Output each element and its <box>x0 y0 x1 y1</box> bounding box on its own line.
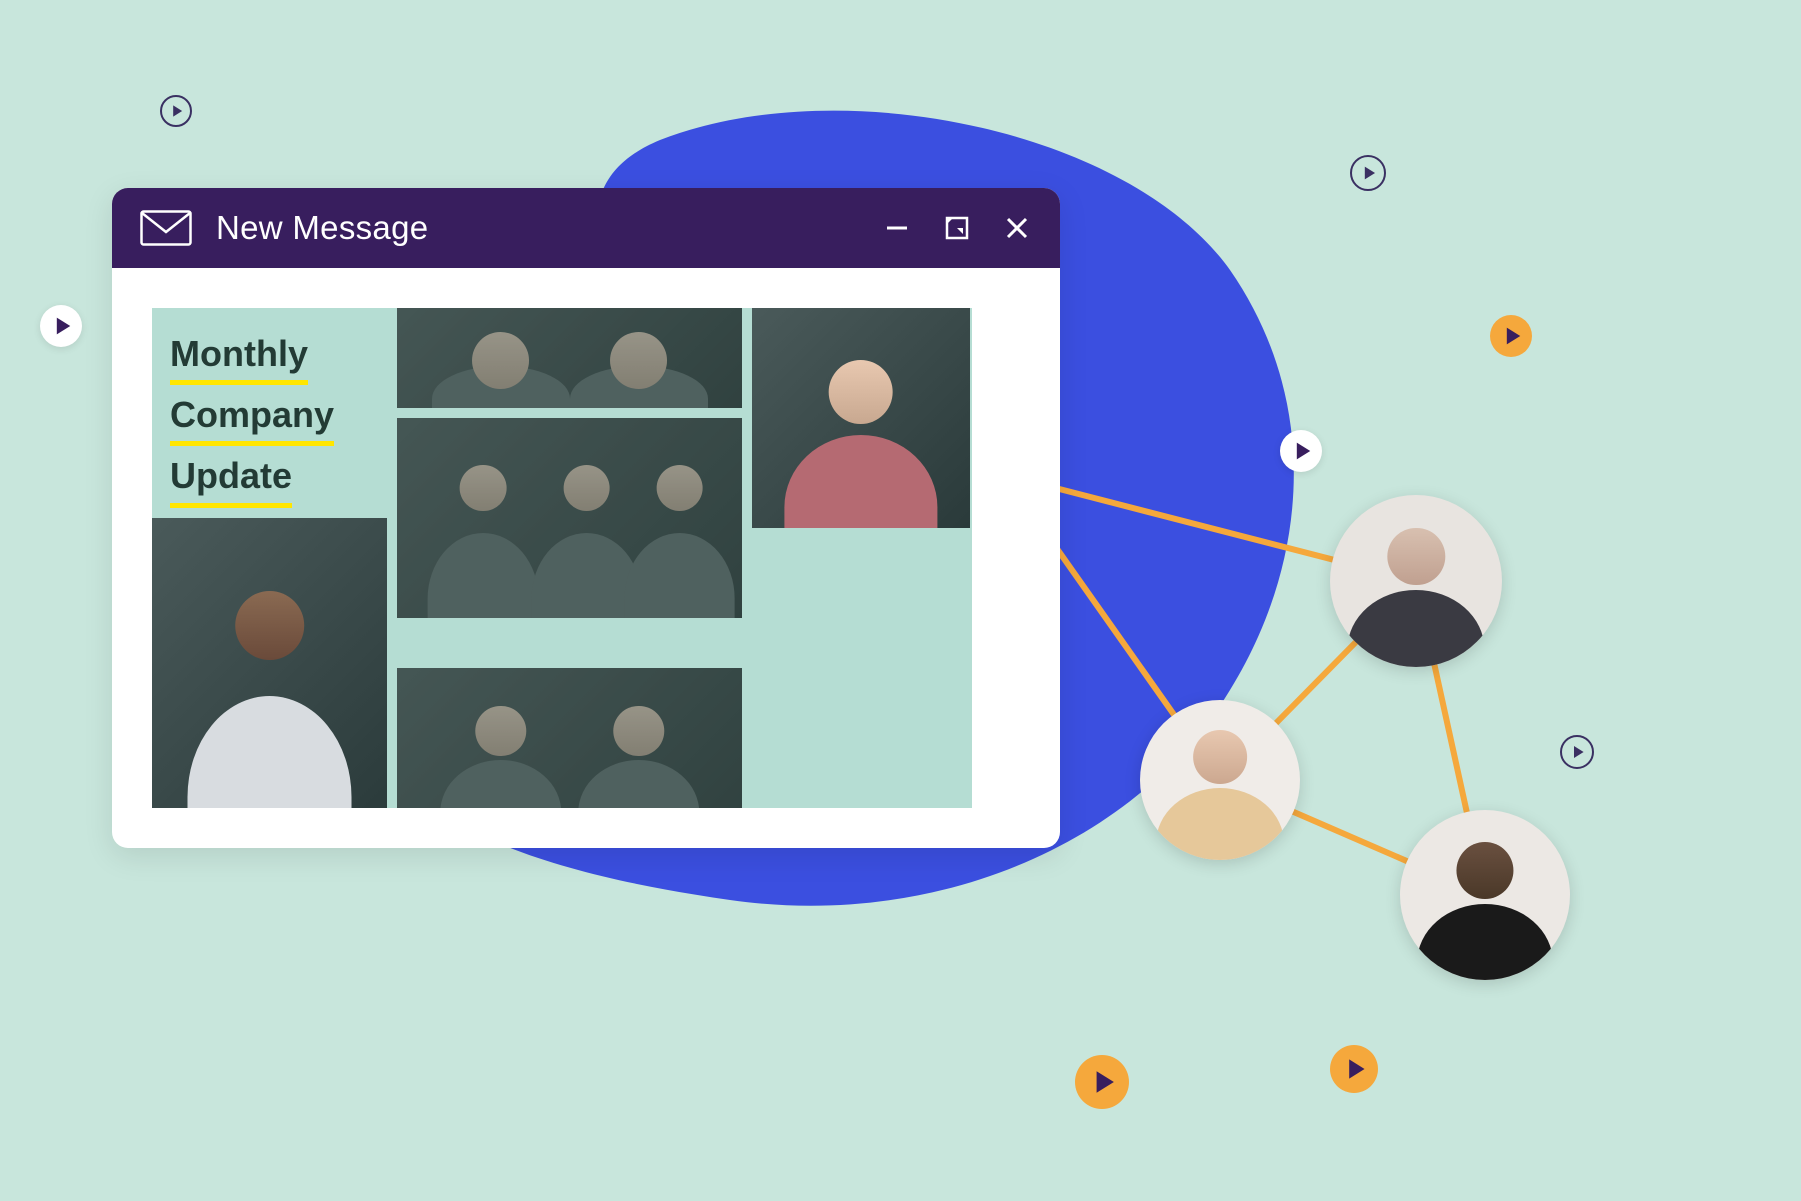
recipient-avatar-1 <box>1330 495 1502 667</box>
message-body: Monthly Company Update <box>112 268 1060 848</box>
play-icon <box>40 305 82 347</box>
minimize-button[interactable] <box>882 213 912 243</box>
play-icon <box>160 95 192 127</box>
collage-heading: Monthly Company Update <box>152 308 387 508</box>
play-icon <box>1280 430 1322 472</box>
play-icon <box>1330 1045 1378 1093</box>
heading-line-2: Company <box>170 389 334 446</box>
window-controls <box>882 213 1032 243</box>
collage-photo-group-3 <box>397 668 742 808</box>
recipient-avatar-3 <box>1400 810 1570 980</box>
heading-line-1: Monthly <box>170 328 308 385</box>
play-icon <box>1075 1055 1129 1109</box>
close-button[interactable] <box>1002 213 1032 243</box>
play-icon <box>1350 155 1386 191</box>
recipient-avatar-2 <box>1140 700 1300 860</box>
heading-line-3: Update <box>170 450 292 507</box>
play-icon <box>1490 315 1532 357</box>
collage-photo-group-2 <box>397 418 742 618</box>
message-window: New Message Monthly Company Update <box>112 188 1060 848</box>
collage-photo-group-1 <box>397 308 742 408</box>
collage-photo-portrait-2 <box>752 308 970 528</box>
photo-collage: Monthly Company Update <box>152 308 972 808</box>
collage-photo-portrait-1 <box>152 518 387 808</box>
play-icon <box>1560 735 1594 769</box>
expand-button[interactable] <box>942 213 972 243</box>
mail-icon <box>140 210 192 246</box>
window-titlebar: New Message <box>112 188 1060 268</box>
window-title: New Message <box>216 209 882 247</box>
